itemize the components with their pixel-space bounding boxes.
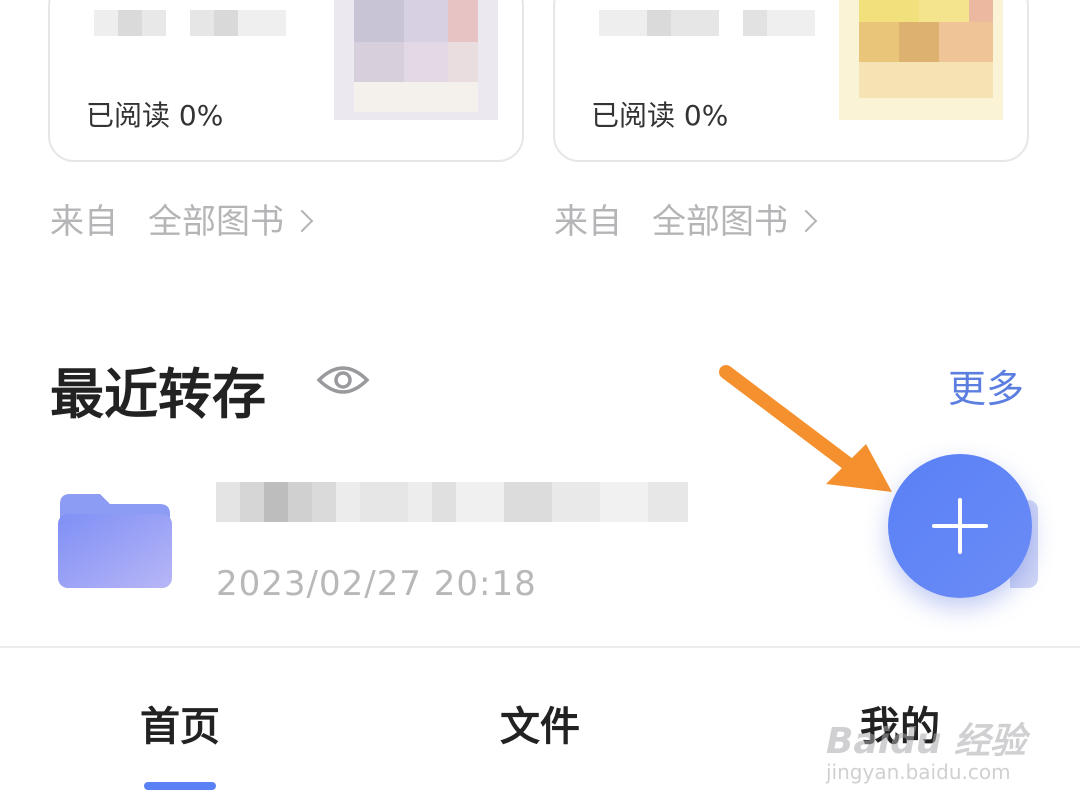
section-title: 最近转存: [50, 363, 266, 426]
folder-icon: [58, 494, 172, 588]
eye-icon[interactable]: [316, 360, 370, 400]
book-card[interactable]: 已阅读 0%: [553, 0, 1029, 162]
source-name: 全部图书: [652, 202, 788, 242]
watermark-url: jingyan.baidu.com: [826, 760, 1011, 784]
divider: [0, 646, 1080, 648]
book-cover-image: [334, 0, 498, 120]
tab-files[interactable]: 文件: [500, 694, 580, 752]
file-timestamp: 2023/02/27 20:18: [216, 564, 537, 604]
blurred-file-name: [216, 482, 688, 522]
reading-progress: 已阅读 0%: [86, 99, 224, 132]
add-button[interactable]: [888, 454, 1032, 598]
book-source[interactable]: 来自 全部图书: [554, 194, 818, 243]
tab-home[interactable]: 首页: [140, 694, 220, 752]
blurred-book-title: [599, 10, 815, 36]
watermark: Baidu 经验: [826, 721, 1027, 762]
book-cover-image: [839, 0, 1003, 120]
chevron-right-icon: [290, 209, 314, 233]
reading-progress: 已阅读 0%: [591, 99, 729, 132]
chevron-right-icon: [794, 209, 818, 233]
annotation-arrow-icon: [719, 365, 892, 492]
book-card[interactable]: 已阅读 0%: [48, 0, 524, 162]
active-tab-indicator: [144, 782, 216, 790]
blurred-book-title: [94, 10, 286, 36]
source-name: 全部图书: [148, 202, 284, 242]
source-prefix: 来自: [554, 202, 622, 242]
book-source[interactable]: 来自 全部图书: [50, 194, 314, 243]
source-prefix: 来自: [50, 202, 118, 242]
more-link[interactable]: 更多: [948, 358, 1024, 413]
